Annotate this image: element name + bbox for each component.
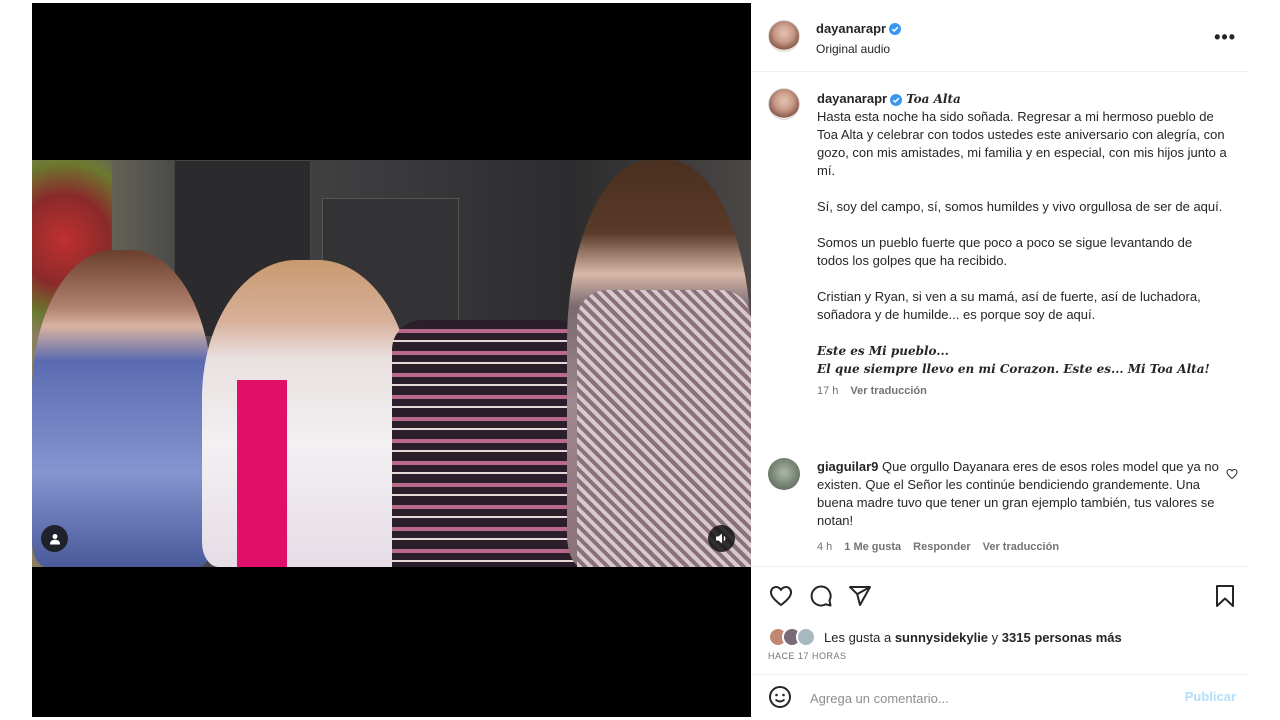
verified-badge-icon bbox=[890, 93, 903, 106]
add-comment-bar: Publicar bbox=[752, 674, 1248, 719]
comment-time[interactable]: 4 h bbox=[817, 541, 832, 553]
publish-button[interactable]: Publicar bbox=[1185, 689, 1236, 704]
photo-person bbox=[32, 250, 212, 567]
caption-paragraph: Somos un pueblo fuerte que poco a poco s… bbox=[817, 235, 1193, 268]
post-media[interactable] bbox=[32, 3, 751, 717]
likes-summary[interactable]: Les gusta a sunnysidekylie y 3315 person… bbox=[768, 627, 1122, 647]
header-user-block: dayanarapr Original audio bbox=[816, 20, 902, 56]
comment-text: Que orgullo Dayanara eres de esos roles … bbox=[817, 459, 1219, 528]
avatar[interactable] bbox=[768, 88, 800, 120]
caption-paragraph: Cristian y Ryan, si ven a su mamá, así d… bbox=[817, 289, 1201, 322]
comment-username[interactable]: giaguilar9 bbox=[817, 459, 878, 474]
reply-button[interactable]: Responder bbox=[913, 541, 970, 553]
location-tag[interactable]: Toa Alta bbox=[906, 92, 961, 106]
likes-count[interactable]: 3315 personas más bbox=[1002, 630, 1122, 645]
avatar bbox=[796, 627, 816, 647]
caption-time[interactable]: 17 h bbox=[817, 385, 838, 397]
caption-meta: 17 h Ver traducción bbox=[817, 382, 1227, 400]
bookmark-icon bbox=[1216, 585, 1234, 607]
translate-link[interactable]: Ver traducción bbox=[850, 385, 926, 397]
photo-person-shirt bbox=[392, 320, 587, 567]
photo-person bbox=[202, 260, 412, 567]
emoji-button[interactable] bbox=[768, 685, 792, 714]
caption-fancy-line: El que siempre llevo en mi Corazon. Este… bbox=[817, 362, 1210, 376]
speaker-icon bbox=[716, 533, 726, 544]
tagged-users-button[interactable] bbox=[41, 525, 68, 552]
comment-button[interactable] bbox=[808, 583, 834, 609]
liker-avatars bbox=[768, 627, 816, 647]
comments-scroll-area[interactable]: dayanarapr Toa Alta Hasta esta noche ha s… bbox=[752, 72, 1248, 568]
likes-prefix: Les gusta a bbox=[824, 629, 895, 645]
avatar[interactable] bbox=[768, 20, 800, 52]
share-icon bbox=[849, 586, 871, 606]
like-button[interactable] bbox=[768, 583, 794, 609]
post-timestamp[interactable]: HACE 17 HORAS bbox=[768, 651, 847, 661]
caption-fancy-line: Este es Mi pueblo... bbox=[817, 344, 949, 358]
more-options-button[interactable]: ••• bbox=[1214, 27, 1236, 48]
user-icon bbox=[49, 533, 60, 544]
caption-username[interactable]: dayanarapr bbox=[817, 91, 887, 106]
comment-likes[interactable]: 1 Me gusta bbox=[844, 541, 901, 553]
audio-toggle-button[interactable] bbox=[708, 525, 735, 552]
photo-person-shirt bbox=[237, 380, 287, 567]
heart-icon bbox=[769, 585, 793, 607]
share-button[interactable] bbox=[847, 583, 873, 609]
avatar[interactable] bbox=[768, 458, 800, 490]
likes-user[interactable]: sunnysidekylie bbox=[895, 630, 988, 645]
comment-icon bbox=[810, 585, 832, 607]
verified-badge-icon bbox=[889, 22, 902, 35]
caption: dayanarapr Toa Alta Hasta esta noche ha s… bbox=[817, 90, 1227, 400]
post-details-panel: dayanarapr Original audio ••• dayanarapr… bbox=[752, 3, 1248, 717]
emoji-icon bbox=[769, 686, 791, 708]
audio-label[interactable]: Original audio bbox=[816, 42, 901, 56]
comment-input[interactable] bbox=[808, 685, 1162, 711]
caption-paragraph: Hasta esta noche ha sido soñada. Regresa… bbox=[817, 109, 1227, 178]
save-button[interactable] bbox=[1212, 583, 1238, 609]
caption-paragraph: Sí, soy del campo, sí, somos humildes y … bbox=[817, 199, 1223, 214]
post-actions: Les gusta a sunnysidekylie y 3315 person… bbox=[752, 566, 1248, 718]
comment-meta: 4 h 1 Me gusta Responder Ver traducción bbox=[817, 538, 1222, 556]
comment-body: giaguilar9 Que orgullo Dayanara eres de … bbox=[817, 458, 1222, 556]
post-header: dayanarapr Original audio ••• bbox=[752, 3, 1248, 72]
translate-link[interactable]: Ver traducción bbox=[983, 541, 1059, 553]
likes-middle: y bbox=[988, 629, 1002, 645]
post-photo[interactable] bbox=[32, 160, 751, 567]
heart-icon[interactable] bbox=[1226, 468, 1238, 480]
username[interactable]: dayanarapr bbox=[816, 21, 886, 36]
